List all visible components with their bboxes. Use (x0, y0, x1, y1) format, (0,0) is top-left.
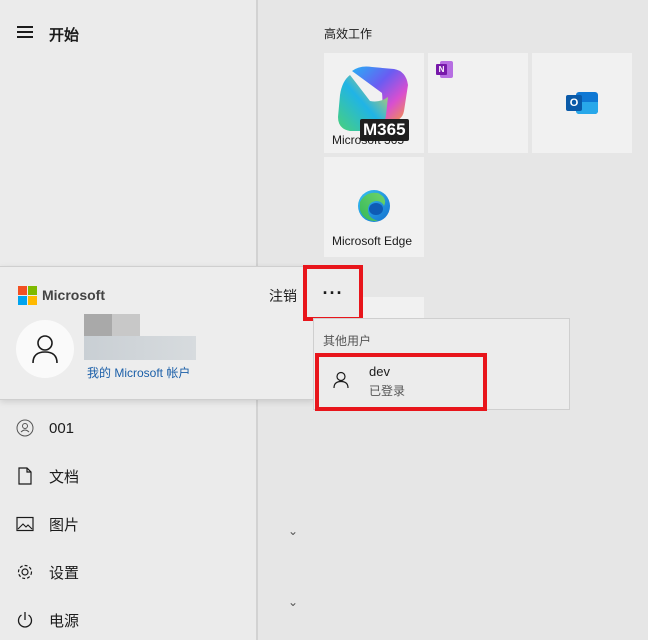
edge-icon (358, 190, 390, 222)
nav-label: 图片 (49, 516, 80, 534)
nav-item-pictures[interactable]: 图片 (0, 501, 256, 547)
chevron-down-icon[interactable]: ⌄ (288, 595, 298, 609)
onenote-icon: N (436, 61, 453, 78)
other-users-flyout: 其他用户 dev 已登录 (313, 318, 570, 411)
hamburger-menu-icon[interactable] (17, 26, 33, 38)
user-item-dev[interactable]: dev 已登录 (315, 353, 487, 411)
pictures-icon (16, 515, 34, 533)
user-name: dev (369, 364, 390, 379)
nav-item-documents[interactable]: 文档 (0, 453, 256, 499)
nav-item-user[interactable]: 001 (0, 405, 256, 451)
account-flyout: Microsoft 注销 我的 Microsoft 帐户 (0, 266, 314, 400)
redacted-email (84, 336, 196, 360)
tile-microsoft-edge[interactable]: Microsoft Edge (324, 157, 424, 257)
tile-microsoft-365[interactable]: M365 Microsoft 365 (324, 53, 424, 153)
group-title[interactable]: 高效工作 (324, 25, 372, 42)
avatar[interactable] (16, 320, 74, 378)
start-title: 开始 (49, 27, 80, 44)
user-icon (333, 371, 349, 394)
tile-outlook[interactable]: O (532, 53, 632, 153)
nav-item-settings[interactable]: 设置 (0, 549, 256, 595)
user-status: 已登录 (369, 384, 406, 398)
user-icon (16, 419, 34, 437)
nav-label: 设置 (49, 564, 80, 582)
tile-label: Microsoft 365 (332, 133, 405, 147)
nav-label: 文档 (49, 468, 80, 486)
nav-label: 001 (49, 419, 75, 437)
gear-icon (16, 563, 34, 581)
tile-onenote[interactable]: N (428, 53, 528, 153)
tile-label: Microsoft Edge (332, 234, 413, 248)
signout-button[interactable]: 注销 (269, 286, 297, 306)
more-options-button[interactable]: ··· (303, 265, 363, 321)
nav-item-power[interactable]: 电源 (0, 597, 256, 640)
document-icon (16, 467, 34, 485)
chevron-down-icon[interactable]: ⌄ (288, 524, 298, 538)
user-icon (32, 335, 58, 364)
my-account-link[interactable]: 我的 Microsoft 帐户 (87, 364, 190, 381)
microsoft-logo-icon (18, 286, 37, 305)
tile-partial[interactable] (363, 297, 424, 319)
outlook-icon: O (566, 90, 598, 118)
other-users-title: 其他用户 (323, 334, 372, 348)
redacted-username (84, 314, 140, 336)
power-icon (16, 611, 34, 629)
nav-label: 电源 (49, 612, 80, 630)
microsoft-brand: Microsoft (42, 287, 105, 303)
